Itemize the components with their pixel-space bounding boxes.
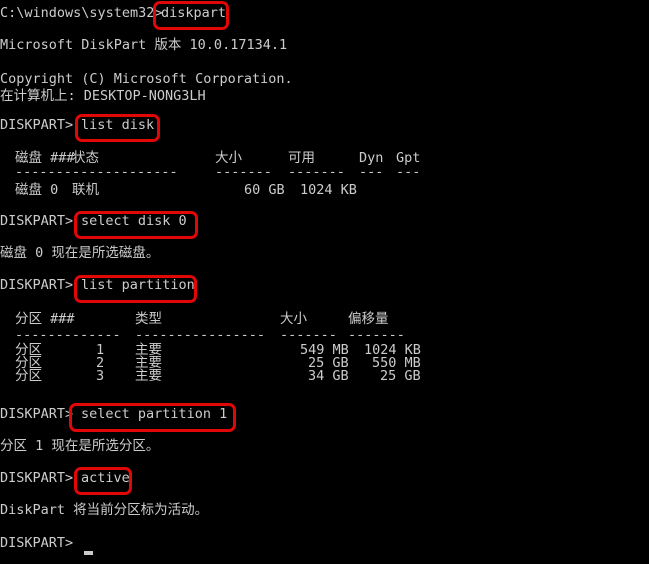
diskpart-command-text: diskpart (161, 5, 227, 21)
partition-row-label: 分区 (15, 368, 42, 384)
text-cursor (84, 551, 93, 555)
disk-table-rule-status: ------------- (72, 164, 178, 180)
disk-row-status: 联机 (72, 182, 99, 198)
partition-row-size: 34 GB (308, 368, 349, 384)
disk-table-rule-free: ------- (288, 164, 345, 180)
active-result-text: DiskPart 将当前分区标为活动。 (0, 502, 209, 518)
diskpart-prompt-4: DISKPART> (0, 406, 74, 422)
diskpart-version-text: Microsoft DiskPart 版本 10.0.17134.1 (0, 37, 288, 53)
partition-table-header-size: 大小 (280, 311, 307, 327)
partition-row-offset: 25 GB (380, 368, 421, 384)
disk-table-rule-gpt: --- (396, 164, 421, 180)
diskpart-prompt-6: DISKPART> (0, 535, 74, 551)
command-prompt-console[interactable]: C:\windows\system32> diskpart Microsoft … (0, 0, 649, 564)
select-partition-command-text: select partition 1 (81, 406, 228, 422)
diskpart-prompt-3: DISKPART> (0, 277, 74, 293)
partition-table-rule-type: ---------------- (135, 327, 266, 343)
disk-table-rule-size: ------- (215, 164, 272, 180)
partition-table-rule-partition: ------------- (15, 327, 121, 343)
partition-table-rule-offset: ------- (348, 327, 405, 343)
copyright-text: Copyright (C) Microsoft Corporation. (0, 71, 293, 87)
active-command-text: active (81, 470, 130, 486)
select-partition-result-text: 分区 1 现在是所选分区。 (0, 438, 160, 454)
diskpart-prompt-2: DISKPART> (0, 213, 74, 229)
partition-row-type: 主要 (135, 368, 162, 384)
diskpart-prompt-5: DISKPART> (0, 470, 74, 486)
list-partition-command-text: list partition (81, 277, 195, 293)
partition-table-header-partition: 分区 ### (15, 311, 75, 327)
disk-row-size: 60 GB (244, 182, 285, 198)
computer-name-text: 在计算机上: DESKTOP-NONG3LH (0, 88, 206, 104)
disk-row-free: 1024 KB (300, 182, 357, 198)
select-disk-result-text: 磁盘 0 现在是所选磁盘。 (0, 245, 160, 261)
partition-row-number: 3 (96, 368, 105, 384)
partition-table-rule-size: ------- (280, 327, 337, 343)
diskpart-prompt-1: DISKPART> (0, 117, 74, 133)
partition-table-header-type: 类型 (135, 311, 162, 327)
disk-table-rule-dyn: --- (359, 164, 384, 180)
partition-table-header-offset: 偏移量 (348, 311, 389, 327)
list-disk-command-text: list disk (81, 117, 155, 133)
select-disk-command-text: select disk 0 (81, 213, 187, 229)
command-path-text: C:\windows\system32> (0, 5, 163, 21)
disk-table-rule-disk: -------- (15, 164, 81, 180)
disk-row-name: 磁盘 0 (15, 182, 59, 198)
